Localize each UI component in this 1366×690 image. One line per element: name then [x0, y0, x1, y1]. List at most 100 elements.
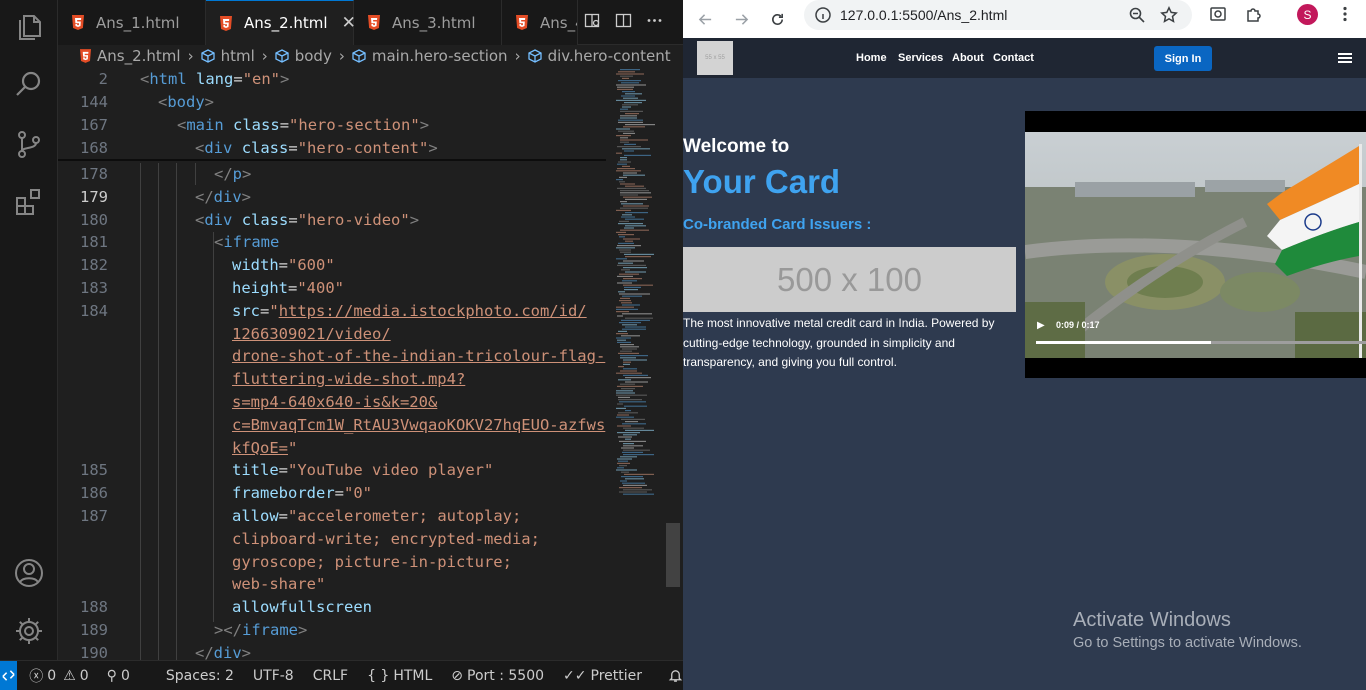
tab-ans-2[interactable]: Ans_2.html ✕	[206, 0, 356, 45]
source-control-icon[interactable]	[13, 128, 45, 160]
minimap-line	[618, 412, 638, 414]
minimap-line	[616, 306, 634, 308]
sign-in-button[interactable]: Sign In	[1154, 46, 1212, 71]
minimap-line	[618, 291, 625, 293]
remote-indicator-icon[interactable]	[0, 661, 18, 690]
explorer-icon[interactable]	[13, 11, 45, 43]
hero-video-player[interactable]: ▶ 0:09 / 0:17	[1025, 111, 1366, 378]
tab-ans-1[interactable]: Ans_1.html	[58, 0, 206, 45]
breadcrumb-html[interactable]: html	[221, 47, 255, 65]
profile-avatar[interactable]: S	[1297, 4, 1318, 25]
screenshot-icon[interactable]	[1209, 5, 1227, 23]
problems-indicator[interactable]: ⓧ 0 ⚠ 0	[29, 666, 88, 686]
bookmark-star-icon[interactable]	[1160, 6, 1178, 24]
code-token: class	[241, 210, 289, 229]
line-number: 178	[80, 165, 108, 183]
sticky_lines-line[interactable]: 2 <html lang="en">	[58, 68, 608, 91]
tab-ans-3[interactable]: Ans_3.html	[354, 0, 502, 45]
split-editor-icon[interactable]	[615, 12, 632, 33]
breadcrumb-file[interactable]: Ans_2.html	[97, 47, 181, 65]
back-arrow-icon[interactable]	[691, 5, 719, 33]
minimap-line	[617, 282, 632, 284]
minimap-line	[622, 482, 645, 484]
indent-guide	[158, 163, 159, 663]
tab-ans-4[interactable]: Ans_4	[502, 0, 578, 45]
code-text: gyroscope; picture-in-picture;	[232, 551, 512, 574]
logo-placeholder[interactable]: 55 x 55	[697, 41, 733, 75]
extensions-icon[interactable]	[13, 186, 45, 218]
indentation-indicator[interactable]: Spaces: 2	[166, 668, 234, 684]
site-info-icon[interactable]	[814, 6, 832, 24]
nav-services-link[interactable]: Services	[898, 52, 943, 64]
hamburger-menu-icon[interactable]	[1338, 53, 1352, 63]
zoom-icon[interactable]	[1128, 6, 1146, 24]
minimap[interactable]	[614, 67, 660, 497]
browser-toolbar: 127.0.0.1:5500/Ans_2.html S	[683, 0, 1366, 38]
minimap-line	[623, 454, 654, 456]
minimap-line	[616, 135, 631, 137]
code-text: <main class="hero-section">	[177, 114, 429, 137]
chrome-menu-icon[interactable]	[1336, 5, 1354, 23]
sticky_lines-line[interactable]: 168 <div class="hero-content">	[58, 137, 608, 160]
minimap-line	[623, 238, 640, 240]
more-actions-icon[interactable]	[646, 12, 663, 33]
notifications-bell-icon[interactable]	[668, 668, 683, 683]
minimap-line	[618, 460, 628, 462]
minimap-line	[620, 190, 649, 192]
search-icon[interactable]	[13, 68, 45, 100]
activity-bar	[0, 0, 58, 660]
minimap-line	[624, 253, 654, 255]
sticky_lines-line[interactable]: 167 <main class="hero-section">	[58, 114, 608, 137]
minimap-line	[623, 434, 637, 436]
minimap-line	[620, 75, 633, 77]
status-bar: ⓧ 0 ⚠ 0 ⚲ 0 Spaces: 2 UTF-8 CRLF { } HTML ⊘ P…	[0, 660, 683, 690]
minimap-line	[623, 97, 638, 99]
minimap-line	[623, 484, 647, 486]
minimap-line	[623, 172, 637, 174]
minimap-line	[620, 344, 634, 346]
minimap-line	[623, 368, 637, 370]
breadcrumb-body[interactable]: body	[295, 47, 332, 65]
code-token: drone-shot-of-the-indian-tricolour-flag-	[232, 347, 606, 366]
minimap-line	[618, 242, 634, 244]
nav-contact-link[interactable]: Contact	[993, 52, 1034, 64]
extensions-puzzle-icon[interactable]	[1245, 5, 1263, 23]
sticky_lines-line[interactable]: 144 <body>	[58, 91, 608, 114]
code-text: <body>	[158, 91, 214, 114]
minimap-line	[620, 157, 627, 159]
minimap-line	[618, 262, 633, 264]
address-bar[interactable]: 127.0.0.1:5500/Ans_2.html	[804, 0, 1192, 30]
forward-arrow-icon[interactable]	[727, 5, 755, 33]
error-icon: ⓧ	[29, 668, 44, 685]
breadcrumb-div[interactable]: div.hero-content	[548, 47, 671, 65]
open-preview-icon[interactable]	[584, 12, 601, 33]
minimap-line	[621, 447, 634, 449]
indent-guide	[176, 163, 177, 663]
breadcrumb-main[interactable]: main.hero-section	[372, 47, 508, 65]
nav-about-link[interactable]: About	[952, 52, 984, 64]
settings-gear-icon[interactable]	[13, 615, 45, 647]
eol-indicator[interactable]: CRLF	[313, 668, 348, 684]
account-icon[interactable]	[13, 557, 45, 589]
reload-icon[interactable]	[763, 5, 791, 33]
broadcast-icon: ⚲	[106, 667, 117, 684]
html5-icon	[368, 15, 380, 30]
vertical-scrollbar[interactable]	[666, 523, 680, 587]
nav-home-link[interactable]: Home	[856, 52, 887, 64]
url-text[interactable]: 127.0.0.1:5500/Ans_2.html	[840, 7, 1007, 23]
encoding-indicator[interactable]: UTF-8	[253, 668, 294, 684]
language-indicator[interactable]: { } HTML	[367, 668, 432, 684]
ports-indicator[interactable]: ⚲ 0	[107, 668, 130, 684]
code-editor[interactable]: 2 <html lang="en"> 144 <body> 167 <main class…	[58, 67, 683, 663]
video-progress-bar[interactable]	[1036, 341, 1366, 344]
code-text: src="https://media.istockphoto.com/id/	[232, 300, 587, 323]
minimap-line	[616, 372, 642, 374]
code-token: body	[167, 93, 205, 111]
line-number: 180	[80, 210, 108, 229]
prettier-indicator[interactable]: ✓✓ Prettier	[563, 668, 642, 684]
live-server-indicator[interactable]: ⊘ Port : 5500	[451, 668, 544, 684]
minimap-line	[620, 229, 649, 231]
line-number: 168	[80, 139, 108, 157]
minimap-line	[619, 249, 631, 251]
play-icon[interactable]: ▶	[1037, 320, 1045, 331]
